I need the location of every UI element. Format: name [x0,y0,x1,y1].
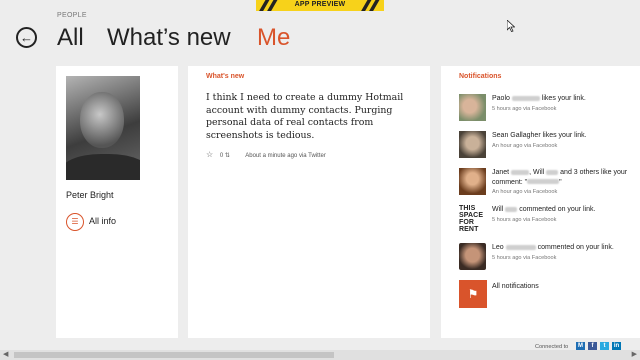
whats-new-title: What's new [206,73,245,80]
notification-text: Janet , Will and 3 others like your comm… [492,168,640,198]
tab-all[interactable]: All [57,24,84,52]
all-notifications-link[interactable]: All notifications [492,283,539,290]
redacted-text [505,206,518,212]
notification-user-2: , Will [529,169,545,176]
notification-action: likes your link. [542,132,587,139]
notification-item[interactable]: Janet , Will and 3 others like your comm… [459,168,640,198]
notification-meta: An hour ago via Facebook [492,142,558,149]
notification-user: Sean Gallagher [492,132,541,139]
notification-meta: 5 hours ago via Facebook [492,216,557,223]
notification-user: Will [492,206,504,213]
scrollbar-thumb[interactable] [14,352,334,358]
notification-meta: An hour ago via Facebook [492,189,558,195]
tab-me[interactable]: Me [257,24,290,52]
notifications-title: Notifications [459,73,502,80]
notification-meta: 5 hours ago via Facebook [492,105,557,112]
app-label: PEOPLE [57,12,87,19]
profile-name: Peter Bright [66,190,114,200]
scroll-right-arrow-icon[interactable]: ▶ [632,350,637,358]
notification-action: commented on your link. [519,206,596,213]
back-arrow-icon[interactable]: ← [16,27,37,48]
redacted-text [511,95,540,101]
notifications-panel: Notifications Paolo likes your link. 5 h… [441,66,640,338]
notification-item[interactable]: Sean Gallagher likes your link. An hour … [459,131,640,159]
avatar [459,131,486,158]
profile-panel: Peter Bright ☰ All info [56,66,178,338]
notification-text: Sean Gallagher likes your link. An hour … [492,131,640,151]
notification-user: Leo [492,244,504,251]
flag-icon[interactable]: ⚑ [459,280,487,308]
favorite-star-icon[interactable]: ☆ [206,150,213,159]
post-meta: ☆ 0 ⇅ About a minute ago via Twitter [206,150,326,159]
notification-text: Paolo likes your link. 5 hours ago via F… [492,94,640,114]
notification-action-end: " [559,178,562,186]
redacted-text [527,179,560,185]
mouse-cursor-icon [507,20,515,32]
post-text: I think I need to create a dummy Hotmail… [206,92,404,141]
notification-item[interactable]: Leo commented on your link. 5 hours ago … [459,243,640,271]
whats-new-panel: What's new I think I need to create a du… [188,66,430,338]
notification-meta: 5 hours ago via Facebook [492,254,557,261]
notification-action: commented on your link. [537,244,614,251]
all-info-link[interactable]: All info [89,216,116,226]
tab-whats-new[interactable]: What’s new [107,24,231,52]
notification-action: likes your link. [541,95,586,102]
photo-shoulder [66,154,140,180]
redacted-text [511,169,530,175]
redacted-text [546,169,559,175]
photo-head [80,92,124,148]
profile-photo [66,76,140,180]
avatar [459,168,486,195]
app-preview-banner: APP PREVIEW [256,0,384,11]
retweet-count-value: 0 [219,153,224,159]
notification-text: Leo commented on your link. 5 hours ago … [492,243,640,263]
notification-item[interactable]: THIS SPACE FOR RENT Will commented on yo… [459,205,640,233]
placeholder-avatar: THIS SPACE FOR RENT [459,205,486,232]
notification-text: Will commented on your link. 5 hours ago… [492,205,640,225]
avatar [459,94,486,121]
retweet-count[interactable]: 0 ⇅ [220,153,230,159]
notification-user: Janet [492,169,510,176]
post-timestamp: About a minute ago via Twitter [245,153,326,159]
retweet-icon: ⇅ [224,153,230,159]
notification-item[interactable]: Paolo likes your link. 5 hours ago via F… [459,94,640,122]
banner-text: APP PREVIEW [294,1,346,8]
redacted-text [505,244,536,250]
scroll-left-arrow-icon[interactable]: ◀ [3,350,8,358]
avatar [459,243,486,270]
contact-card-icon[interactable]: ☰ [66,213,84,231]
notification-user: Paolo [492,95,510,102]
